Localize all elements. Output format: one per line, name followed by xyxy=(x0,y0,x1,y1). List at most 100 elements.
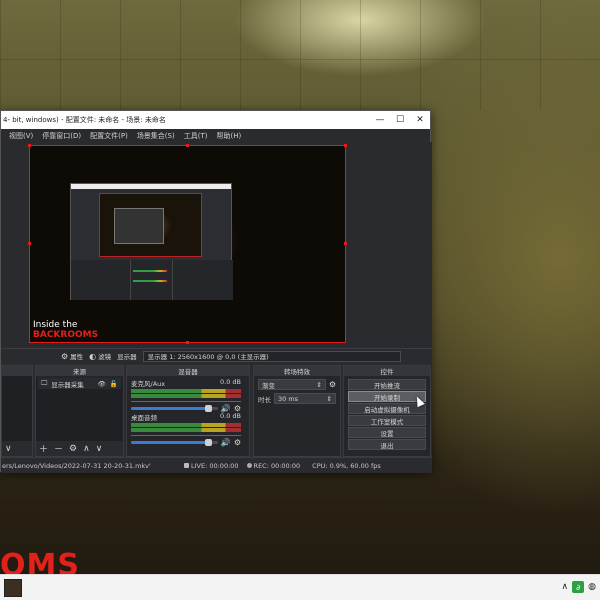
eye-icon[interactable]: 👁 xyxy=(98,380,106,388)
source-settings-gear-icon[interactable]: ⚙ xyxy=(69,444,77,454)
menu-view[interactable]: 视图(V) xyxy=(9,131,33,141)
volume-meter xyxy=(131,428,241,432)
network-icon[interactable]: ◍ xyxy=(588,582,596,592)
scenes-footer: ∨ xyxy=(2,441,32,456)
nested-docks xyxy=(71,260,233,300)
nested-obs-capture xyxy=(70,183,233,300)
transition-select[interactable]: 渐变 ⇕ xyxy=(258,379,326,390)
monitor-icon: 🖵 xyxy=(41,379,48,387)
scenes-dock: ∨ xyxy=(1,365,33,457)
resize-handle[interactable] xyxy=(28,242,31,245)
scenes-list[interactable] xyxy=(2,376,32,442)
minimize-button[interactable]: — xyxy=(370,111,390,129)
transition-select-value: 渐变 xyxy=(262,381,275,390)
menu-docks[interactable]: 停靠窗口(D) xyxy=(42,131,81,141)
duration-value: 30 ms xyxy=(278,394,299,403)
nested-inner-window xyxy=(114,208,164,244)
remove-source-button[interactable]: － xyxy=(54,442,63,455)
resize-handle[interactable] xyxy=(186,144,189,147)
rec-time: REC: 00:00:00 xyxy=(253,461,301,470)
rec-indicator: REC: 00:00:00 xyxy=(246,461,301,470)
move-up-icon[interactable]: ∧ xyxy=(83,444,90,454)
system-tray: ∧ ∂ ◍ xyxy=(562,581,596,593)
add-source-button[interactable]: ＋ xyxy=(39,442,48,455)
mixer-dock: 混音器 麦克风/Aux 0.0 dB 🔊 ⚙ 桌面音频 0.0 dB 🔊 ⚙ xyxy=(126,365,250,457)
properties-button[interactable]: ⚙ 属性 xyxy=(61,351,83,362)
sources-list[interactable]: 🖵 显示器采集 👁 🔓 xyxy=(36,378,123,444)
duration-spinbox[interactable]: 30 ms ⇕ xyxy=(274,393,336,404)
menu-profile[interactable]: 配置文件(P) xyxy=(90,131,128,141)
cpu-stats: CPU: 0.9%, 60.00 fps xyxy=(312,461,381,470)
volume-slider[interactable] xyxy=(131,439,218,446)
nested-preview xyxy=(99,193,202,257)
sources-footer: ＋ － ⚙ ∧ ∨ xyxy=(36,441,123,456)
tray-app-icon[interactable]: ∂ xyxy=(572,581,585,593)
start-virtual-camera-button[interactable]: 启动虚拟摄像机 xyxy=(348,403,426,414)
display-select[interactable]: 显示器 1: 2560x1600 @ 0,0 (主显示器) xyxy=(142,350,401,362)
tray-chevron-icon[interactable]: ∧ xyxy=(562,582,569,592)
resize-handle[interactable] xyxy=(344,144,347,147)
exit-button[interactable]: 退出 xyxy=(348,439,426,450)
settings-button[interactable]: 设置 xyxy=(348,427,426,438)
move-down-icon[interactable]: ∨ xyxy=(96,444,103,454)
meter-scale xyxy=(131,433,241,436)
dock-area: ∨ 来源 🖵 显示器采集 👁 🔓 ＋ － ⚙ ∧ ∨ 混音器 麦克风/Aux 0… xyxy=(1,363,432,457)
resize-handle[interactable] xyxy=(28,144,31,147)
nested-title-bar xyxy=(71,184,231,189)
lock-icon[interactable]: 🔓 xyxy=(110,380,118,388)
preview-canvas[interactable]: Inside the BACKROOMS xyxy=(29,145,346,343)
volume-meter xyxy=(131,389,241,393)
window-title: 4- bit, windows) - 配置文件: 未命名 - 场景: 未命名 xyxy=(3,116,166,124)
menu-tools[interactable]: 工具(T) xyxy=(184,131,208,141)
transition-gear-icon[interactable]: ⚙ xyxy=(329,380,336,389)
source-item-label: 显示器采集 xyxy=(51,380,84,389)
volume-slider-knob[interactable] xyxy=(205,439,212,446)
gear-icon[interactable]: ⚙ xyxy=(234,438,241,447)
volume-slider[interactable] xyxy=(131,405,218,412)
menu-help[interactable]: 帮助(H) xyxy=(216,131,241,141)
live-dot-icon xyxy=(184,462,189,468)
filters-button[interactable]: ◐ 滤镜 xyxy=(89,351,112,362)
display-label: 显示器 xyxy=(117,351,137,361)
ceiling-grid xyxy=(0,0,600,110)
caption-line-1: Inside the xyxy=(33,320,78,330)
live-time: LIVE: 00:00:00 xyxy=(191,461,239,470)
speaker-icon[interactable]: 🔊 xyxy=(221,438,231,447)
channel-db: 0.0 dB xyxy=(220,412,241,420)
title-bar: 4- bit, windows) - 配置文件: 未命名 - 场景: 未命名 —… xyxy=(1,111,430,129)
volume-slider-knob[interactable] xyxy=(205,405,212,412)
scene-move-down-button[interactable]: ∨ xyxy=(5,444,12,454)
nested-meter xyxy=(133,280,167,282)
resize-handle[interactable] xyxy=(186,341,189,344)
duration-label: 时长 xyxy=(258,395,271,404)
start-streaming-button[interactable]: 开始推流 xyxy=(348,379,426,390)
display-select-value: 显示器 1: 2560x1600 @ 0,0 (主显示器) xyxy=(147,353,269,361)
volume-slider-fill xyxy=(131,441,210,444)
mixer-channel-desktop: 桌面音频 0.0 dB 🔊 ⚙ xyxy=(131,412,241,447)
display-label-text: 显示器 xyxy=(117,353,137,361)
source-toolbar: ⚙ 属性 ◐ 滤镜 显示器 显示器 1: 2560x1600 @ 0,0 (主显… xyxy=(1,348,432,363)
controls-dock: 控件 开始推流 开始录制 启动虚拟摄像机 工作室模式 设置 退出 xyxy=(343,365,431,457)
menu-bar: 视图(V) 停靠窗口(D) 配置文件(P) 场景集合(S) 工具(T) 帮助(H… xyxy=(1,129,430,142)
channel-name: 桌面音频 xyxy=(131,414,157,422)
transitions-dock: 转场特效 渐变 ⇕ ⚙ 时长 30 ms ⇕ xyxy=(253,365,341,457)
mixer-channel-header: 桌面音频 0.0 dB xyxy=(131,412,241,422)
window-controls: — ☐ ✕ xyxy=(370,111,430,129)
menu-scene-collection[interactable]: 场景集合(S) xyxy=(137,131,175,141)
studio-mode-button[interactable]: 工作室模式 xyxy=(348,415,426,426)
spin-icon[interactable]: ⇕ xyxy=(327,395,332,403)
taskbar: ∧ ∂ ◍ xyxy=(0,574,600,600)
status-bar: ers/Lenovo/Videos/2022-07-31 20-20-31.mk… xyxy=(1,457,432,473)
mixer-dock-title: 混音器 xyxy=(127,366,249,376)
maximize-button[interactable]: ☐ xyxy=(390,111,410,129)
filter-icon: ◐ xyxy=(89,351,97,361)
source-item[interactable]: 🖵 显示器采集 👁 🔓 xyxy=(38,378,121,389)
live-indicator: LIVE: 00:00:00 xyxy=(184,462,239,470)
close-button[interactable]: ✕ xyxy=(410,111,430,129)
filters-label: 滤镜 xyxy=(98,353,112,361)
transition-select-row: 渐变 ⇕ ⚙ xyxy=(258,379,336,390)
resize-handle[interactable] xyxy=(344,242,347,245)
taskbar-app-icon[interactable] xyxy=(4,579,22,597)
mixer-channel-mic: 麦克风/Aux 0.0 dB 🔊 ⚙ xyxy=(131,378,241,413)
recording-path: ers/Lenovo/Videos/2022-07-31 20-20-31.mk… xyxy=(2,461,151,470)
